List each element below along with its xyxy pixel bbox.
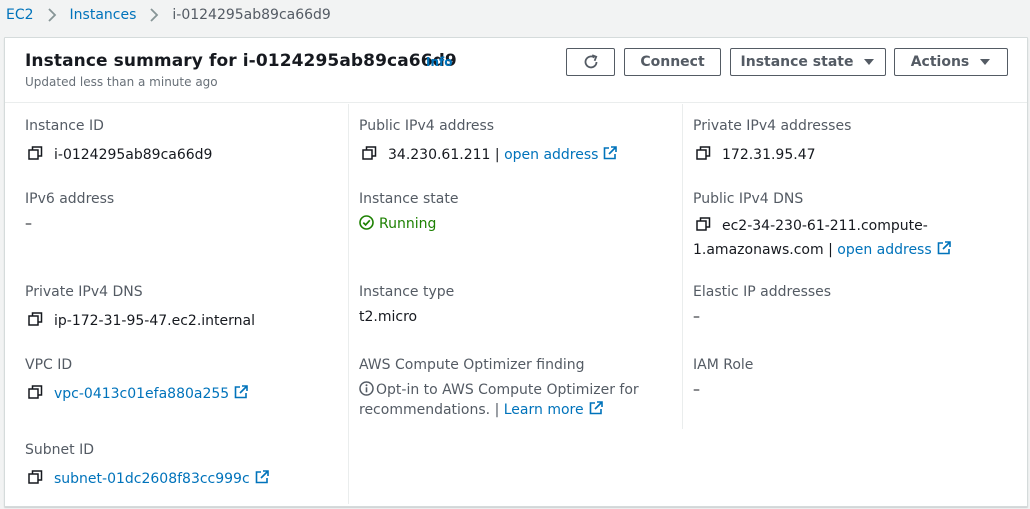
field-instance-id: Instance ID i-0124295ab89ca66d9 bbox=[25, 117, 345, 165]
field-vpc-id: VPC ID vpc-0413c01efa880a255 bbox=[25, 356, 345, 404]
copy-icon[interactable] bbox=[28, 312, 43, 327]
field-label: VPC ID bbox=[25, 357, 73, 373]
instance-id-value: i-0124295ab89ca66d9 bbox=[54, 147, 213, 163]
info-icon bbox=[359, 381, 374, 396]
field-label: Elastic IP addresses bbox=[693, 284, 832, 300]
panel-header: Instance summary for i-0124295ab89ca66d9… bbox=[5, 38, 1027, 103]
copy-icon[interactable] bbox=[28, 385, 43, 400]
optimizer-text-2: recommendations. bbox=[359, 402, 491, 418]
field-compute-optimizer: AWS Compute Optimizer finding Opt-in to … bbox=[359, 356, 679, 420]
public-dns-value-2: 1.amazonaws.com bbox=[693, 242, 824, 258]
external-link-icon[interactable] bbox=[589, 401, 603, 415]
copy-icon[interactable] bbox=[28, 470, 43, 485]
instance-state-label: Instance state bbox=[740, 54, 854, 70]
copy-icon[interactable] bbox=[696, 146, 711, 161]
external-link-icon[interactable] bbox=[255, 470, 269, 484]
caret-down-icon bbox=[979, 56, 991, 68]
chevron-right-icon bbox=[42, 5, 62, 25]
field-subnet-id: Subnet ID subnet-01dc2608f83cc999c bbox=[25, 441, 345, 489]
field-label: Public IPv4 address bbox=[359, 118, 495, 134]
field-label: Public IPv4 DNS bbox=[693, 191, 804, 207]
private-ipv4-value: 172.31.95.47 bbox=[722, 147, 816, 163]
external-link-icon[interactable] bbox=[603, 146, 618, 160]
separator: | bbox=[494, 147, 500, 163]
column-divider bbox=[682, 104, 683, 429]
breadcrumb: EC2 Instances i-0124295ab89ca66d9 bbox=[6, 5, 331, 25]
elastic-ip-value: – bbox=[693, 309, 700, 325]
field-instance-state: Instance state Running bbox=[359, 190, 679, 234]
field-private-dns: Private IPv4 DNS ip-172-31-95-47.ec2.int… bbox=[25, 283, 345, 331]
field-label: Private IPv4 addresses bbox=[693, 118, 852, 134]
field-label: Instance ID bbox=[25, 118, 104, 134]
external-link-icon[interactable] bbox=[234, 385, 249, 399]
actions-button[interactable]: Actions bbox=[894, 48, 1008, 76]
chevron-right-icon bbox=[144, 5, 164, 25]
field-ipv6: IPv6 address – bbox=[25, 190, 345, 234]
public-dns-value-1: ec2-34-230-61-211.compute- bbox=[722, 218, 928, 234]
open-address-link[interactable]: open address bbox=[504, 147, 598, 163]
field-private-ipv4: Private IPv4 addresses 172.31.95.47 bbox=[693, 117, 1013, 165]
refresh-button[interactable] bbox=[566, 48, 615, 76]
field-iam-role: IAM Role – bbox=[693, 356, 1013, 400]
copy-icon[interactable] bbox=[696, 217, 711, 232]
breadcrumb-current: i-0124295ab89ca66d9 bbox=[172, 7, 331, 23]
public-ipv4-value: 34.230.61.211 bbox=[388, 147, 491, 163]
breadcrumb-instances[interactable]: Instances bbox=[70, 7, 137, 23]
field-elastic-ip: Elastic IP addresses – bbox=[693, 283, 1013, 327]
field-label: Subnet ID bbox=[25, 442, 94, 458]
page-title: Instance summary for i-0124295ab89ca66d9 bbox=[25, 51, 457, 71]
iam-role-value: – bbox=[693, 382, 700, 398]
copy-icon[interactable] bbox=[362, 146, 377, 161]
optimizer-text-1: Opt-in to AWS Compute Optimizer for bbox=[376, 382, 639, 398]
vpc-id-link[interactable]: vpc-0413c01efa880a255 bbox=[54, 386, 229, 402]
copy-icon[interactable] bbox=[28, 146, 43, 161]
check-circle-icon bbox=[359, 215, 374, 230]
subnet-id-link[interactable]: subnet-01dc2608f83cc999c bbox=[54, 471, 250, 487]
field-label: Instance state bbox=[359, 191, 459, 207]
connect-button[interactable]: Connect bbox=[624, 48, 721, 76]
instance-summary-panel: Instance summary for i-0124295ab89ca66d9… bbox=[4, 37, 1028, 507]
instance-type-value: t2.micro bbox=[359, 309, 418, 325]
learn-more-link[interactable]: Learn more bbox=[504, 402, 584, 418]
actions-label: Actions bbox=[910, 54, 970, 70]
private-dns-value: ip-172-31-95-47.ec2.internal bbox=[54, 313, 255, 329]
separator: | bbox=[828, 242, 833, 258]
field-instance-type: Instance type t2.micro bbox=[359, 283, 679, 327]
field-label: IAM Role bbox=[693, 357, 754, 373]
field-label: IPv6 address bbox=[25, 191, 115, 207]
field-label: Instance type bbox=[359, 284, 455, 300]
instance-state-value: Running bbox=[379, 216, 437, 232]
separator: | bbox=[494, 402, 500, 418]
caret-down-icon bbox=[863, 56, 875, 68]
refresh-icon bbox=[582, 53, 600, 71]
ipv6-value: – bbox=[25, 216, 32, 232]
breadcrumb-ec2[interactable]: EC2 bbox=[6, 7, 34, 23]
field-public-dns: Public IPv4 DNS ec2-34-230-61-211.comput… bbox=[693, 190, 1013, 260]
field-label: Private IPv4 DNS bbox=[25, 284, 143, 300]
field-label: AWS Compute Optimizer finding bbox=[359, 357, 585, 373]
instance-state-button[interactable]: Instance state bbox=[730, 48, 886, 76]
last-updated-text: Updated less than a minute ago bbox=[25, 75, 218, 89]
external-link-icon[interactable] bbox=[937, 241, 951, 255]
column-divider bbox=[348, 104, 349, 504]
field-public-ipv4: Public IPv4 address 34.230.61.211 | open… bbox=[359, 117, 679, 165]
info-link[interactable]: Info bbox=[426, 55, 452, 69]
open-address-link[interactable]: open address bbox=[837, 242, 931, 258]
